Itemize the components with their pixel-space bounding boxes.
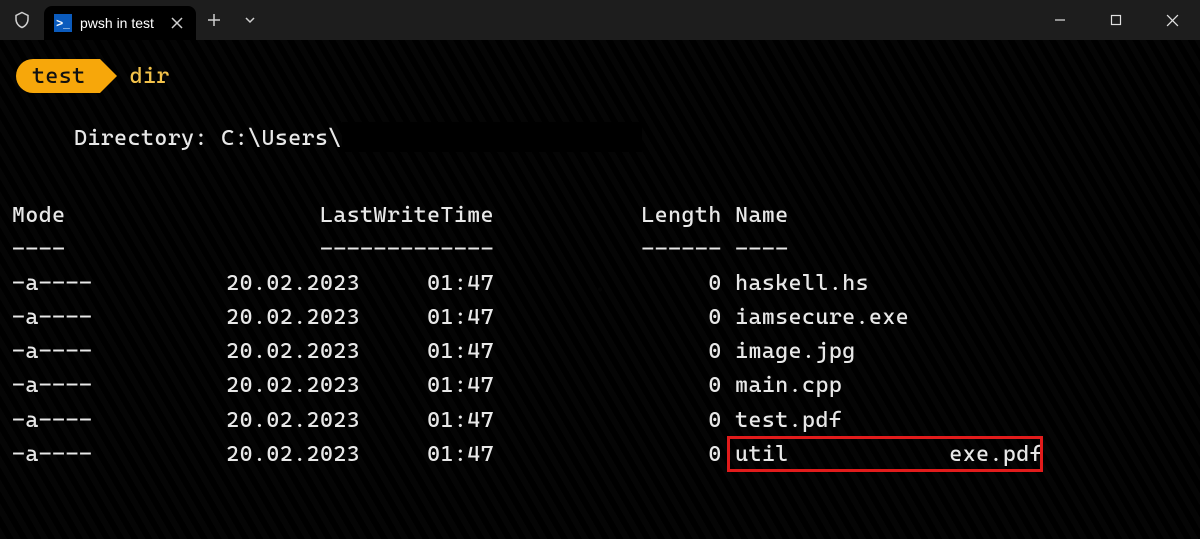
maximize-button[interactable] [1088,0,1144,40]
prompt-command: dir [130,60,170,93]
minimize-button[interactable] [1032,0,1088,40]
close-icon[interactable] [168,14,186,32]
directory-line: Directory: C:\Users\ [8,122,1192,155]
terminal-pane[interactable]: test dir Directory: C:\Users\ Mode LastW… [0,40,1200,539]
redacted-path [342,122,642,152]
directory-listing: Mode LastWriteTime Length Name ---- ----… [8,199,1192,472]
title-bar: >_ pwsh in test [0,0,1200,40]
powershell-icon: >_ [54,14,72,32]
window-controls [1032,0,1200,40]
tab-active[interactable]: >_ pwsh in test [44,6,196,40]
close-button[interactable] [1144,0,1200,40]
prompt-chip: test [16,59,100,93]
new-tab-button[interactable] [196,2,232,38]
tab-title: pwsh in test [80,15,154,31]
prompt-chip-label: test [32,60,86,93]
directory-label: Directory: C:\Users\ [74,126,342,151]
prompt-row: test dir [8,58,1192,94]
shield-icon[interactable] [0,0,44,40]
tab-dropdown-button[interactable] [232,2,268,38]
